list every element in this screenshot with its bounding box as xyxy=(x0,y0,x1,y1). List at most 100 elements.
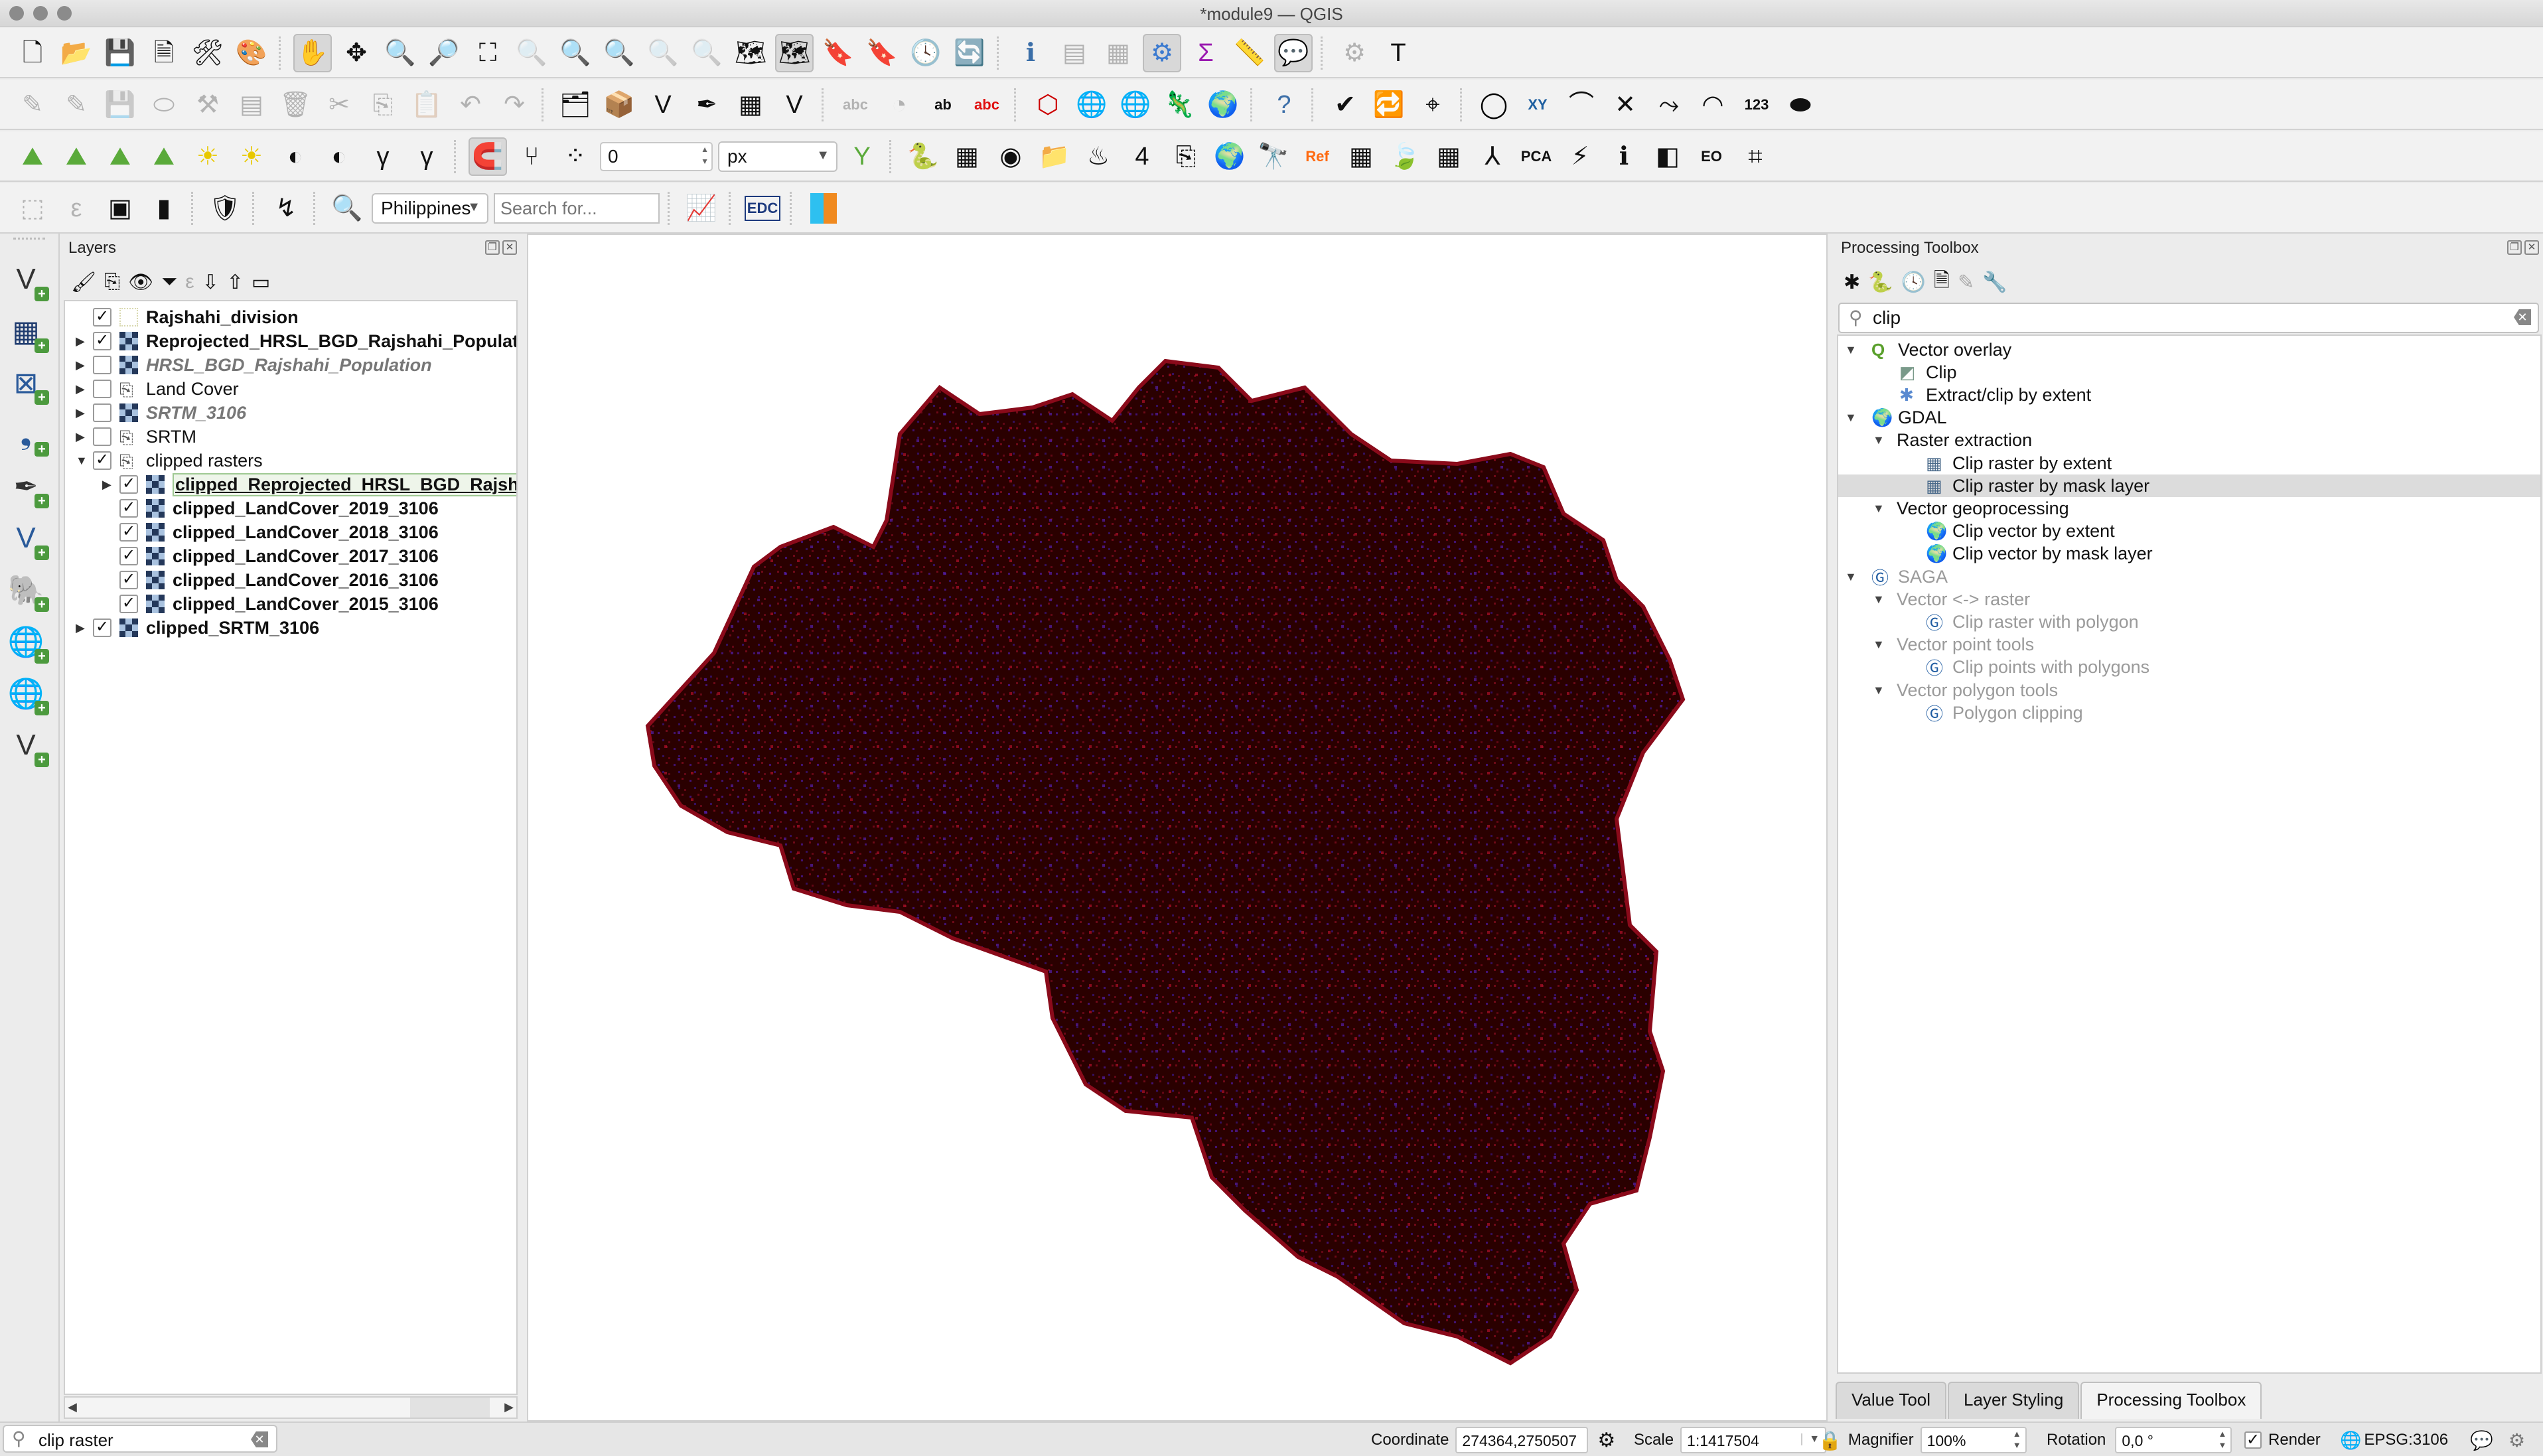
wms-add-button[interactable]: 🌐 xyxy=(1072,86,1111,124)
geometry-checker-button[interactable]: ✔ xyxy=(1326,86,1364,124)
help-button[interactable]: ? xyxy=(1265,86,1303,124)
locator-search-field[interactable] xyxy=(494,193,660,224)
text-annotation-button[interactable]: T xyxy=(1379,34,1417,72)
collapse-arrow-icon[interactable]: ▼ xyxy=(1873,593,1885,607)
openeo-button[interactable]: EO xyxy=(1692,137,1731,176)
remove-layer-icon[interactable]: ▭ xyxy=(252,271,270,294)
zoom-out-button[interactable]: 🔎 xyxy=(425,34,463,72)
add-delimited-text-button[interactable]: ❟ + xyxy=(3,411,49,458)
results-viewer-icon[interactable]: 🗎 xyxy=(1934,265,1950,299)
layer-tree-item[interactable]: ✓ clipped_LandCover_2019_3106 xyxy=(65,496,516,520)
save-edits-button[interactable]: 💾 xyxy=(101,86,139,124)
collapse-arrow-icon[interactable]: ▼ xyxy=(76,454,88,468)
pan-button[interactable]: ✋ xyxy=(293,34,332,72)
raster-grid-button[interactable]: ▦ xyxy=(1342,137,1380,176)
rotation-spinbox[interactable]: 0,0 ° ▲ ▼ xyxy=(2115,1427,2232,1453)
pin-labels-button[interactable]: ab xyxy=(924,86,962,124)
add-vector-layer-button[interactable]: V + xyxy=(3,256,49,303)
quick-map-services-button[interactable]: 🦎 xyxy=(1160,86,1199,124)
split-button[interactable]: ✕ xyxy=(1606,86,1644,124)
select-by-location-button[interactable]: ▮ xyxy=(145,189,183,228)
collapse-arrow-icon[interactable]: ▼ xyxy=(1845,570,1857,584)
algorithm-item[interactable]: 🌍 Clip vector by mask layer xyxy=(1838,543,2540,565)
gamma-up-button[interactable]: γ xyxy=(364,137,402,176)
network-button[interactable]: ⅄ xyxy=(1473,137,1512,176)
split-view-button[interactable]: ◧ xyxy=(1648,137,1687,176)
algorithm-item[interactable]: Ⓖ Polygon clipping xyxy=(1838,701,2540,724)
show-bookmarks-button[interactable]: 🔖 xyxy=(863,34,901,72)
zoom-native-button[interactable]: 🔍 xyxy=(600,34,638,72)
copy-features-button[interactable]: ⎘ xyxy=(364,86,402,124)
toolbar-grip[interactable] xyxy=(13,238,45,251)
layer-tree-item[interactable]: ✓ clipped_LandCover_2018_3106 xyxy=(65,520,516,544)
zoom-to-selection-button[interactable]: 🔍 xyxy=(512,34,551,72)
lock-scale-icon[interactable]: 🔒 xyxy=(1818,1429,1842,1451)
new-project-button[interactable]: 🗋 xyxy=(13,34,52,72)
new-map-view-button[interactable]: 🗺 xyxy=(731,34,770,72)
add-layer-button[interactable]: 🗂 xyxy=(556,86,595,124)
measure-angle-button[interactable]: ◠ xyxy=(1694,86,1732,124)
layer-visibility-checkbox[interactable]: ✓ xyxy=(119,571,138,589)
new-geopackage-button[interactable]: 📦 xyxy=(600,86,638,124)
digitize-button[interactable]: ⬭ xyxy=(145,86,183,124)
algorithm-item[interactable]: Ⓖ Clip points with polygons xyxy=(1838,656,2540,679)
layer-visibility-checkbox[interactable] xyxy=(93,427,111,446)
profile-chart-button[interactable]: 📈 xyxy=(682,189,721,228)
field-calculator-button[interactable]: ▦ xyxy=(1099,34,1137,72)
collapse-arrow-icon[interactable]: ▼ xyxy=(1873,433,1885,447)
add-raster-layer-button[interactable]: ▦ + xyxy=(3,308,49,354)
render-checkbox[interactable]: ✓ xyxy=(2244,1431,2262,1449)
layer-visibility-checkbox[interactable] xyxy=(93,380,111,398)
sld-button[interactable] xyxy=(804,189,843,228)
filter-expression-icon[interactable]: ε xyxy=(185,271,194,293)
layer-visibility-checkbox[interactable]: ✓ xyxy=(93,308,111,327)
snapping-units-select[interactable]: px ▼ xyxy=(718,141,837,172)
brightness-down-button[interactable]: ☀ xyxy=(232,137,271,176)
zoom-next-button[interactable]: 🔍 xyxy=(688,34,726,72)
dock-tab-layer-styling[interactable]: Layer Styling xyxy=(1948,1382,2080,1419)
processing-toolbox-button[interactable]: ⚙ xyxy=(1143,34,1181,72)
crs-button[interactable]: EPSG:3106 xyxy=(2364,1431,2448,1449)
layer-visibility-checkbox[interactable] xyxy=(93,403,111,422)
manage-visibility-icon[interactable]: 👁 xyxy=(128,271,153,294)
history-icon[interactable]: 🕓 xyxy=(1901,271,1926,294)
new-spatialite-button[interactable]: ✒ xyxy=(688,86,726,124)
new-3d-map-button[interactable]: 🗺 xyxy=(775,34,814,72)
geocoding-button[interactable]: 🌍 xyxy=(1204,86,1242,124)
add-group-icon[interactable]: ⎘ xyxy=(104,271,120,293)
layer-tree-item[interactable]: ✓ clipped_LandCover_2017_3106 xyxy=(65,544,516,568)
undo-button[interactable]: ↶ xyxy=(451,86,490,124)
new-shapefile-button[interactable]: V xyxy=(644,86,682,124)
modify-attributes-button[interactable]: ▤ xyxy=(232,86,271,124)
current-edits-button[interactable]: ✎ xyxy=(57,86,96,124)
layer-tree-item[interactable]: ✓ clipped_LandCover_2015_3106 xyxy=(65,592,516,616)
table-sync-button[interactable]: 🔁 xyxy=(1370,86,1408,124)
add-wms-button[interactable]: 🌐 + xyxy=(3,619,49,665)
algorithm-item[interactable]: Ⓖ Clip raster with polygon xyxy=(1838,611,2540,633)
expand-arrow-icon[interactable]: ▶ xyxy=(76,621,85,635)
algorithm-item[interactable]: ▦ Clip raster by mask layer xyxy=(1838,474,2540,498)
histogram-stretch-local-button[interactable]: ⛰ xyxy=(57,137,96,176)
vertex-tool-button[interactable]: ⚒ xyxy=(188,86,227,124)
add-virtual-layer-button[interactable]: V + xyxy=(3,515,49,561)
refresh-button[interactable]: 🔄 xyxy=(950,34,989,72)
topology-checker-button[interactable]: ⬡ xyxy=(1029,86,1067,124)
value-tool-button[interactable]: ℹ xyxy=(1605,137,1643,176)
label-button[interactable]: abc xyxy=(836,86,875,124)
float-panel-button[interactable]: ❐ xyxy=(485,240,500,255)
brightness-up-button[interactable]: ☀ xyxy=(188,137,227,176)
snapping-mode-button[interactable]: ⑂ xyxy=(512,137,551,176)
clear-locator-icon[interactable]: ✕ xyxy=(251,1431,268,1447)
magnifier-spinbox[interactable]: 100% ▲ ▼ xyxy=(1920,1427,2027,1453)
collapse-arrow-icon[interactable]: ▼ xyxy=(1845,343,1857,357)
add-postgis-button[interactable]: 🐘 + xyxy=(3,567,49,613)
add-wfs-button[interactable]: 🌐 + xyxy=(3,670,49,717)
expand-arrow-icon[interactable]: ▶ xyxy=(102,478,111,492)
locator-country-select[interactable]: Philippines ▼ xyxy=(372,193,488,224)
delete-selected-button[interactable]: 🗑 xyxy=(276,86,315,124)
raster-calculator-button[interactable]: ▦ xyxy=(948,137,986,176)
layer-tree-item[interactable]: ▶ ✓ Reprojected_HRSL_BGD_Rajshahi_Populati… xyxy=(65,329,516,353)
add-spatialite-button[interactable]: ✒ + xyxy=(3,463,49,510)
buildings-button[interactable]: ⌗ xyxy=(1736,137,1775,176)
open-project-button[interactable]: 📂 xyxy=(57,34,96,72)
